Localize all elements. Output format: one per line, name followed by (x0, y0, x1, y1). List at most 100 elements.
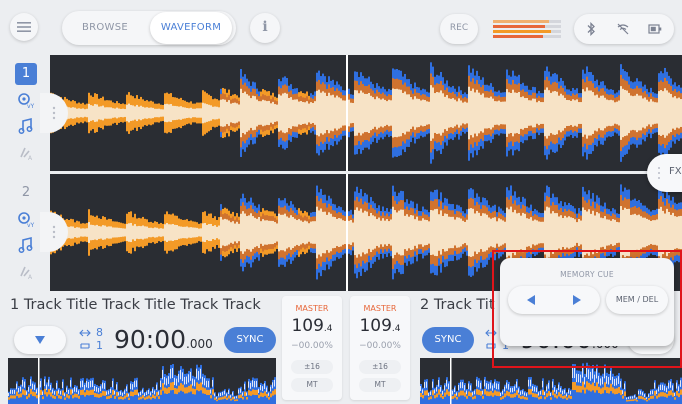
waveform-bar (90, 105, 92, 121)
deck1-overview-waveform[interactable] (8, 358, 276, 404)
deck1-number[interactable]: 1 (15, 63, 37, 85)
waveform-bar (214, 225, 216, 240)
overview-bar (590, 384, 592, 392)
deck1-waveform-handle[interactable] (40, 93, 68, 133)
deck2-waveform-handle[interactable] (40, 212, 68, 252)
overview-bar (646, 399, 648, 402)
overview-bar (14, 395, 16, 399)
waveform-bar (84, 228, 86, 237)
tab-browse[interactable]: BROWSE (66, 12, 144, 44)
waveform-bar (310, 221, 312, 244)
waveform-bar (176, 224, 178, 241)
deck1-bpm-decimal: .4 (323, 324, 333, 334)
waveform-bar (156, 108, 158, 118)
mem-del-button[interactable]: MEM / DEL (606, 286, 668, 314)
waveform-bar (636, 93, 638, 133)
overview-bar (126, 393, 128, 398)
overview-bar (640, 390, 641, 395)
overview-bar (190, 384, 192, 392)
overview-bar (138, 393, 139, 397)
waveform-bar (104, 107, 106, 119)
memory-cue-prev-button[interactable] (508, 286, 554, 314)
deck2-master-tempo-button[interactable]: MT (359, 378, 401, 392)
overview-bar (22, 389, 24, 395)
waveform-bar (86, 108, 88, 118)
waveform-bar (598, 213, 600, 252)
overview-bar (660, 392, 662, 397)
waveform-bar (270, 220, 272, 245)
overview-bar (548, 391, 550, 396)
deck2-master-label[interactable]: MASTER (350, 304, 410, 313)
overview-bar (166, 388, 168, 394)
waveform-bar (364, 210, 366, 255)
deck2-tempo-range-button[interactable]: ±16 (359, 360, 401, 374)
overview-bar (478, 389, 480, 395)
cue-point-icon[interactable]: vY (16, 91, 36, 109)
overview-bar (82, 389, 84, 395)
cue-point-icon[interactable]: vY (16, 210, 36, 228)
overview-bar (664, 392, 666, 397)
waveform-bar (530, 100, 532, 126)
overview-bar (146, 391, 147, 396)
overview-bar (230, 395, 231, 398)
overview-bar (120, 391, 121, 395)
memory-cue-next-button[interactable] (554, 286, 600, 314)
overview-bar (530, 389, 532, 395)
overview-bar (588, 382, 590, 391)
waveform-bar (596, 94, 598, 132)
overview-bar (250, 391, 252, 396)
waveform-bar (658, 91, 660, 135)
info-button[interactable]: i (250, 13, 280, 43)
overview-bar (56, 382, 57, 389)
waveform-bar (382, 218, 384, 247)
deck2-sync-button[interactable]: SYNC (422, 327, 474, 353)
overview-bar (642, 392, 643, 396)
deck1-tempo-range-button[interactable]: ±16 (291, 360, 333, 374)
waveform-bar (598, 97, 600, 129)
waveform-bar (596, 212, 598, 253)
deck1-master-label[interactable]: MASTER (282, 304, 342, 313)
waveform-bar (272, 220, 274, 245)
overview-bar (572, 382, 574, 391)
deck2-number[interactable]: 2 (15, 182, 37, 204)
overview-bar (544, 396, 546, 400)
overview-bar (644, 394, 645, 397)
waveform-bar (268, 100, 270, 126)
deck1-sync-button[interactable]: SYNC (224, 327, 276, 353)
menu-button[interactable] (10, 13, 38, 41)
overview-bar (228, 395, 230, 399)
overview-bar (108, 395, 110, 399)
overview-bar (610, 370, 611, 381)
fx-tab[interactable]: FX (647, 154, 682, 192)
loop-icon[interactable] (78, 326, 92, 354)
overview-bar (648, 394, 649, 397)
slip-icon[interactable]: A (16, 143, 36, 161)
slip-icon[interactable]: A (16, 262, 36, 280)
waveform-bar (200, 108, 202, 118)
deck1-master-tempo-button[interactable]: MT (291, 378, 333, 392)
overview-bar (542, 389, 544, 396)
overview-bar (28, 387, 29, 392)
deck1-expand-button[interactable] (14, 326, 66, 354)
music-note-icon[interactable] (16, 236, 36, 254)
overview-bar (18, 387, 19, 393)
waveform-bar (676, 98, 678, 128)
waveform-bar (542, 102, 544, 124)
deck1-waveform[interactable] (50, 55, 682, 171)
waveform-bar (618, 222, 620, 243)
tab-waveform[interactable]: WAVEFORM (150, 12, 232, 44)
waveform-bar (110, 107, 112, 119)
deck1-pitch-panel: MASTER 109.4 −00.00% ±16 MT (282, 296, 342, 400)
overview-playhead (450, 358, 452, 404)
waveform-bar (534, 98, 536, 128)
waveform-bar (68, 226, 70, 239)
waveform-bar (582, 89, 584, 137)
overview-bar (268, 397, 270, 400)
overview-bar (232, 396, 234, 400)
memory-cue-highlight: MEMORY CUE MEM / DEL (492, 250, 682, 368)
music-note-icon[interactable] (16, 117, 36, 135)
overview-bar (24, 390, 26, 396)
rec-button[interactable]: REC (440, 14, 478, 44)
waveform-bar (432, 87, 434, 139)
overview-bar (16, 391, 18, 397)
